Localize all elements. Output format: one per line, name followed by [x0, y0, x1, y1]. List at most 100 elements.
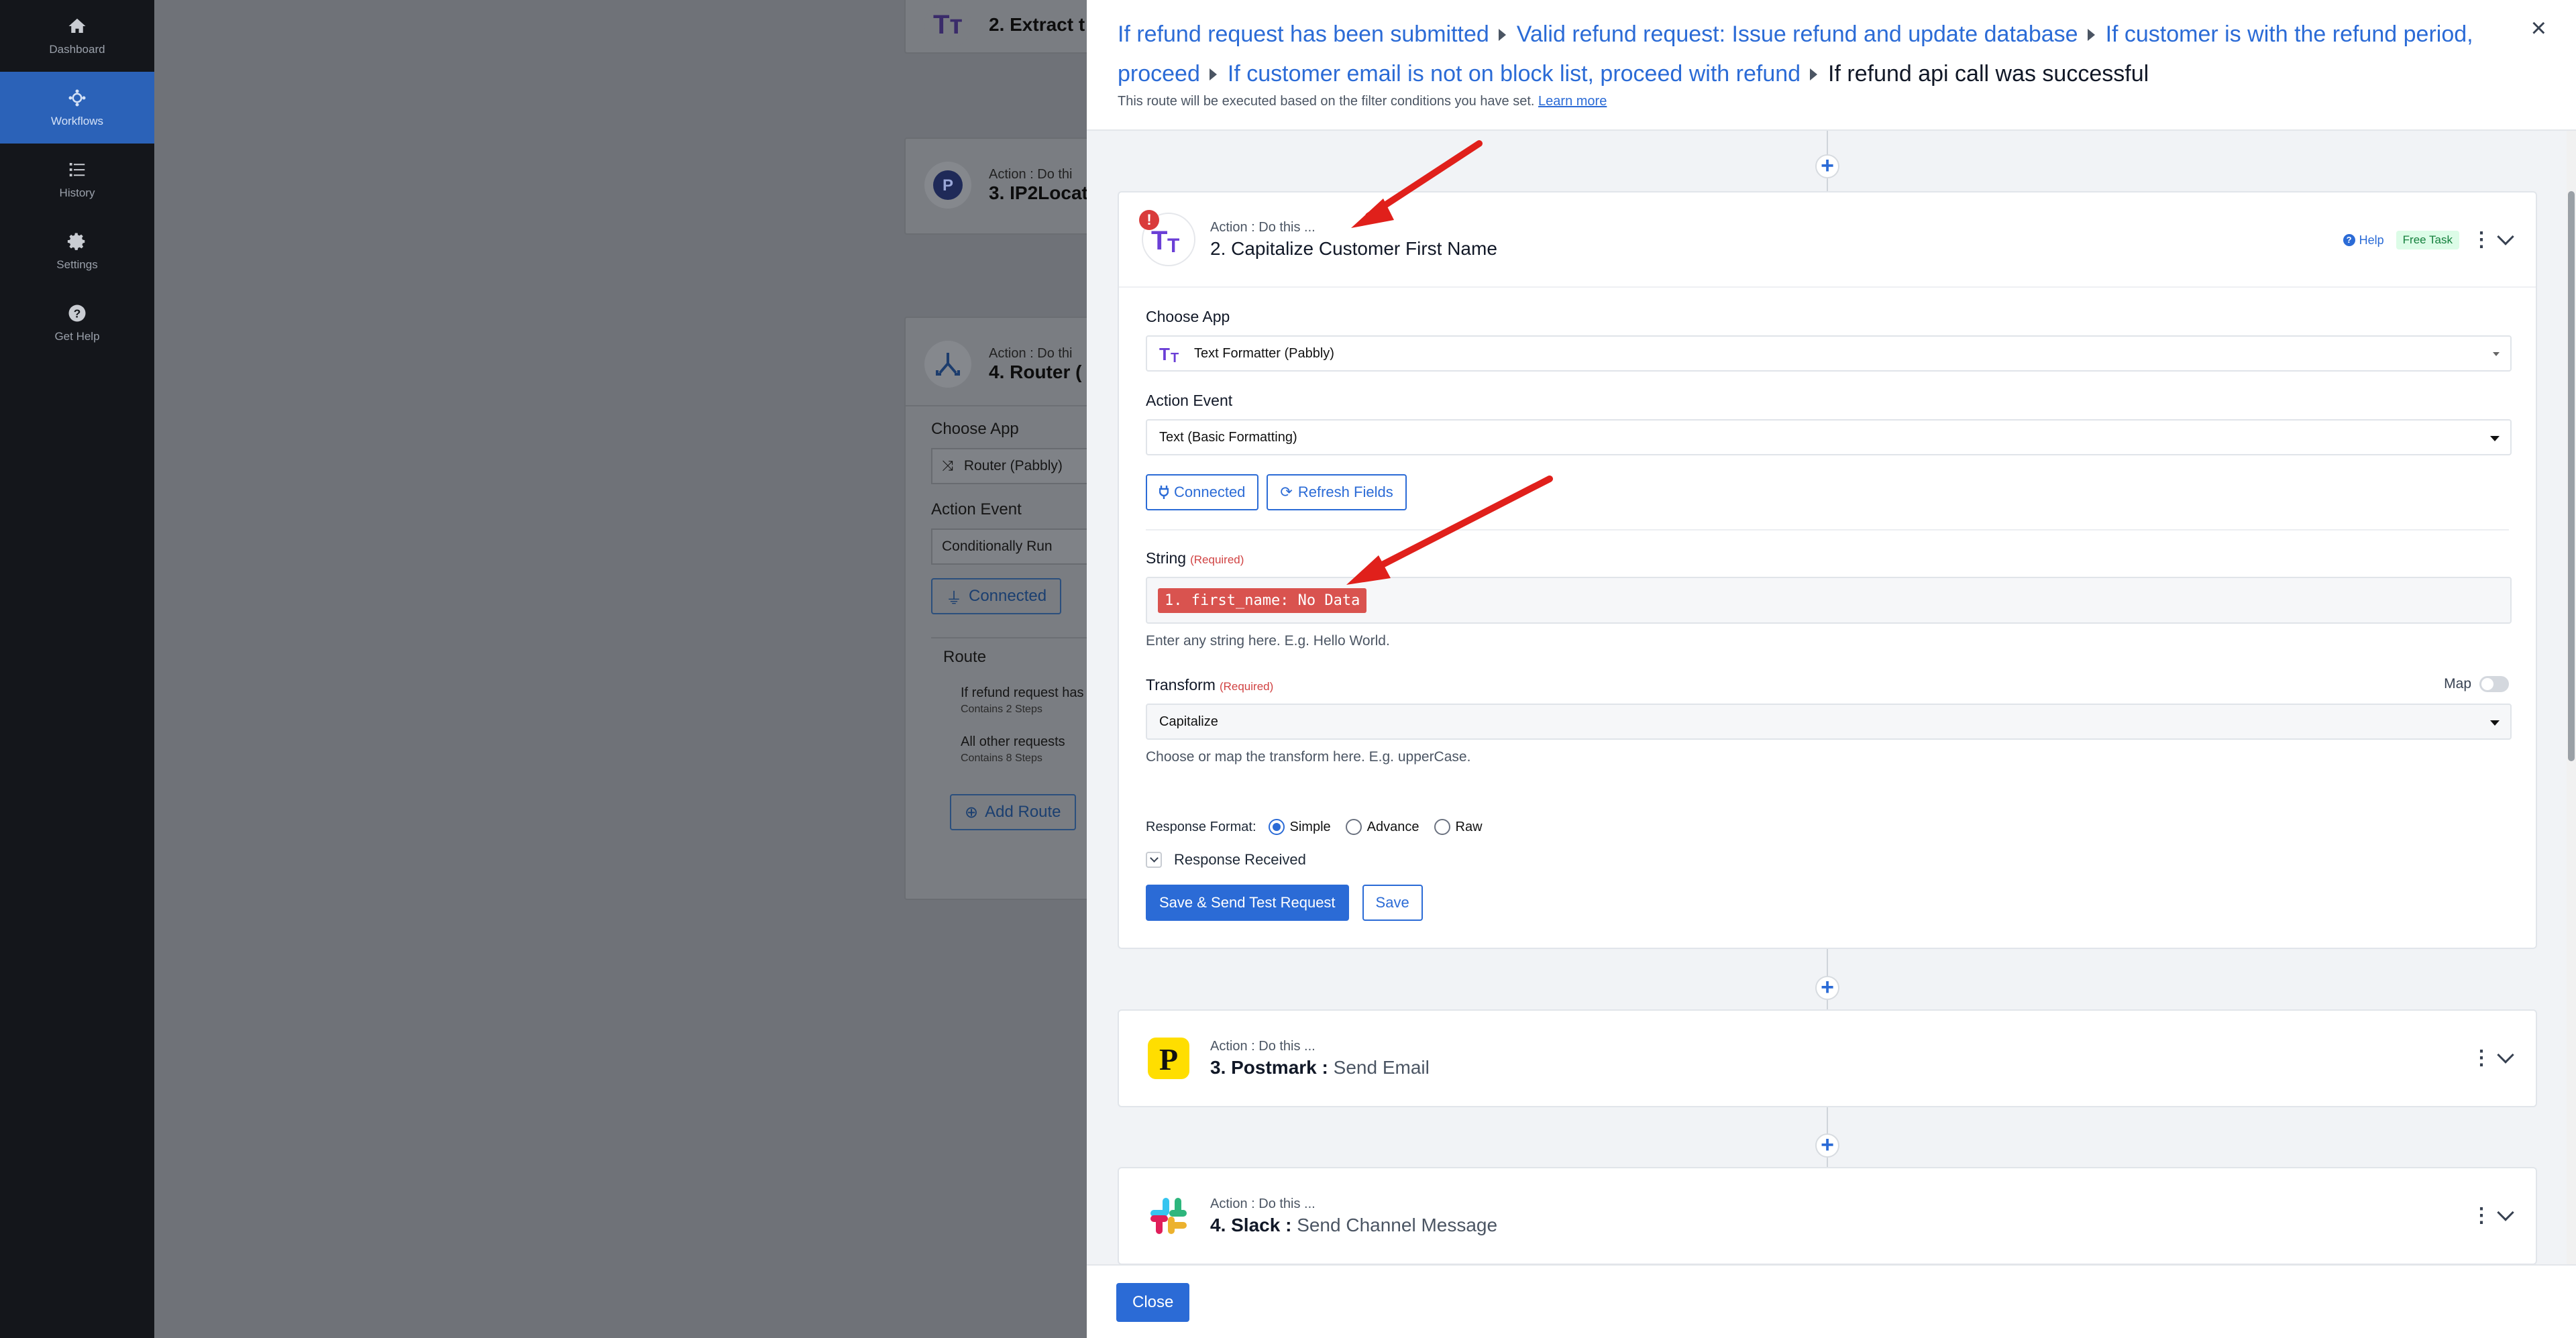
kebab-menu-icon[interactable]: ⋮: [2471, 1206, 2491, 1226]
drawer-header: If refund request has been submitted Vali…: [1087, 0, 2576, 131]
chevron-down-icon[interactable]: [2497, 1046, 2514, 1064]
save-and-send-test-button[interactable]: Save & Send Test Request: [1146, 885, 1349, 921]
breadcrumb-current: If refund api call was successful: [1828, 61, 2149, 87]
step-card-slack[interactable]: Action : Do this ... 4. Slack : Send Cha…: [1118, 1167, 2537, 1264]
save-button[interactable]: Save: [1362, 885, 1423, 921]
chevron-down-icon[interactable]: [2497, 1204, 2514, 1221]
add-step-plus-icon[interactable]: +: [1815, 154, 1839, 178]
response-received-label: Response Received: [1174, 851, 1306, 868]
help-link[interactable]: ? Help: [2343, 233, 2384, 247]
slack-logo-icon: [1142, 1189, 1195, 1243]
drawer-scrollbar[interactable]: [2567, 131, 2576, 1264]
learn-more-link[interactable]: Learn more: [1538, 94, 1607, 109]
bg-router-app-value: Router (Pabbly): [963, 458, 1063, 473]
choose-app-label: Choose App: [1146, 308, 1230, 325]
step-action-caption: Action : Do this ...: [1210, 1038, 1316, 1054]
format-advance-label: Advance: [1366, 819, 1419, 834]
format-raw-label: Raw: [1455, 819, 1483, 834]
action-event-select[interactable]: Text (Basic Formatting): [1146, 419, 2512, 455]
radio-selected-icon: [1268, 819, 1285, 835]
response-format-row: Response Format: Simple Advance Raw: [1146, 819, 2509, 835]
response-format-label: Response Format:: [1146, 819, 1256, 834]
bg-add-route-label: Add Route: [985, 803, 1061, 821]
text-formatter-logo-icon: Tт: [924, 1, 971, 48]
close-icon[interactable]: ×: [2531, 13, 2546, 44]
route-note-text: This route will be executed based on the…: [1118, 94, 1535, 109]
svg-text:P: P: [1159, 1042, 1178, 1076]
text-formatter-small-icon: TT: [1159, 344, 1179, 363]
caret-down-icon: [2493, 352, 2500, 356]
free-task-badge: Free Task: [2396, 231, 2459, 249]
svg-text:?: ?: [74, 306, 81, 320]
question-icon: ?: [2343, 234, 2355, 246]
bg-connected-label: Connected: [969, 587, 1047, 605]
nav-workflows[interactable]: Workflows: [0, 72, 154, 144]
transform-label-row: Transform (Required) Map: [1146, 676, 2509, 694]
refresh-fields-button[interactable]: ⟳ Refresh Fields: [1267, 474, 1407, 510]
connected-button[interactable]: Connected: [1146, 474, 1259, 510]
nav-dashboard[interactable]: Dashboard: [0, 0, 154, 72]
kebab-menu-icon[interactable]: ⋮: [2471, 1048, 2491, 1068]
chevron-down-icon: [1146, 852, 1162, 868]
nav-workflows-label: Workflows: [50, 114, 104, 127]
bg-connected-button: ⏚ Connected: [931, 578, 1062, 614]
breadcrumb-item[interactable]: If refund request has been submitted: [1118, 21, 1489, 47]
history-icon: [69, 162, 85, 176]
breadcrumb-item[interactable]: Valid refund request: Issue refund and u…: [1517, 21, 2078, 47]
first-name-token-chip[interactable]: 1. first_name: No Data: [1158, 588, 1367, 613]
step-title: 2. Capitalize Customer First Name: [1210, 237, 1497, 259]
map-toggle[interactable]: [2479, 676, 2509, 693]
scrollbar-thumb[interactable]: [2568, 191, 2575, 761]
help-label: Help: [2359, 233, 2384, 247]
step-card-body: Choose App TT Text Formatter (Pabbly) Ac…: [1119, 288, 2536, 941]
required-tag: (Required): [1219, 680, 1274, 693]
router-small-icon: ⤨: [942, 458, 953, 473]
breadcrumb-item[interactable]: If customer email is not on block list, …: [1228, 61, 1801, 87]
response-received-toggle[interactable]: Response Received: [1146, 851, 2509, 869]
add-step-plus-icon[interactable]: +: [1815, 976, 1839, 1000]
transform-select[interactable]: Capitalize: [1146, 704, 2512, 740]
nav-get-help[interactable]: ? Get Help: [0, 287, 154, 359]
text-formatter-logo-icon: TT !: [1139, 210, 1195, 266]
svg-text:T: T: [1171, 351, 1179, 363]
string-label: String: [1146, 549, 1187, 567]
bg-route-name: All other requests: [961, 734, 1065, 749]
nav-history[interactable]: History: [0, 144, 154, 215]
workflow-canvas-dimmed: Tт 2. Extract t P Action : Do thi 3. IP2…: [154, 0, 1253, 1338]
svg-text:P: P: [943, 176, 953, 194]
transform-hint: Choose or map the transform here. E.g. u…: [1146, 749, 1471, 765]
step-card-header[interactable]: TT ! Action : Do this ... 2. Capitalize …: [1119, 192, 2536, 288]
breadcrumb-separator-icon: [2087, 29, 2095, 42]
svg-text:T: T: [1159, 344, 1170, 363]
string-input[interactable]: 1. first_name: No Data: [1146, 577, 2512, 624]
nav-history-label: History: [59, 186, 95, 199]
step-card-capitalize: TT ! Action : Do this ... 2. Capitalize …: [1118, 191, 2537, 949]
step-action-caption: Action : Do this ...: [1210, 219, 1316, 235]
required-tag: (Required): [1190, 553, 1244, 566]
action-event-value: Text (Basic Formatting): [1159, 429, 1297, 445]
left-sidebar: Dashboard Workflows History Settings ? G…: [0, 0, 154, 1338]
drawer-footer: Close: [1087, 1264, 2576, 1338]
nav-get-help-label: Get Help: [54, 329, 100, 343]
bg-route-name: If refund request has: [961, 685, 1084, 700]
nav-settings[interactable]: Settings: [0, 215, 154, 287]
refresh-icon: ⟳: [1280, 484, 1293, 500]
choose-app-select[interactable]: TT Text Formatter (Pabbly): [1146, 335, 2512, 372]
step-event-name: Send Email: [1333, 1056, 1430, 1078]
step-app-name: 3. Postmark :: [1210, 1056, 1328, 1078]
format-simple-radio[interactable]: Simple: [1268, 819, 1331, 835]
map-label: Map: [2444, 676, 2471, 691]
format-simple-label: Simple: [1289, 819, 1331, 834]
close-button[interactable]: Close: [1116, 1283, 1190, 1322]
step-card-postmark[interactable]: P Action : Do this ... 3. Postmark : Sen…: [1118, 1009, 2537, 1107]
breadcrumb-separator-icon: [1498, 29, 1506, 42]
chevron-down-icon[interactable]: [2497, 228, 2514, 245]
connected-label: Connected: [1174, 484, 1246, 500]
format-raw-radio[interactable]: Raw: [1434, 819, 1483, 835]
format-advance-radio[interactable]: Advance: [1345, 819, 1419, 835]
add-step-plus-icon[interactable]: +: [1815, 1133, 1839, 1158]
ip2location-logo-icon: P: [924, 162, 971, 209]
transform-label: Transform: [1146, 676, 1216, 693]
choose-app-value: Text Formatter (Pabbly): [1194, 345, 1334, 361]
kebab-menu-icon[interactable]: ⋮: [2471, 230, 2491, 250]
